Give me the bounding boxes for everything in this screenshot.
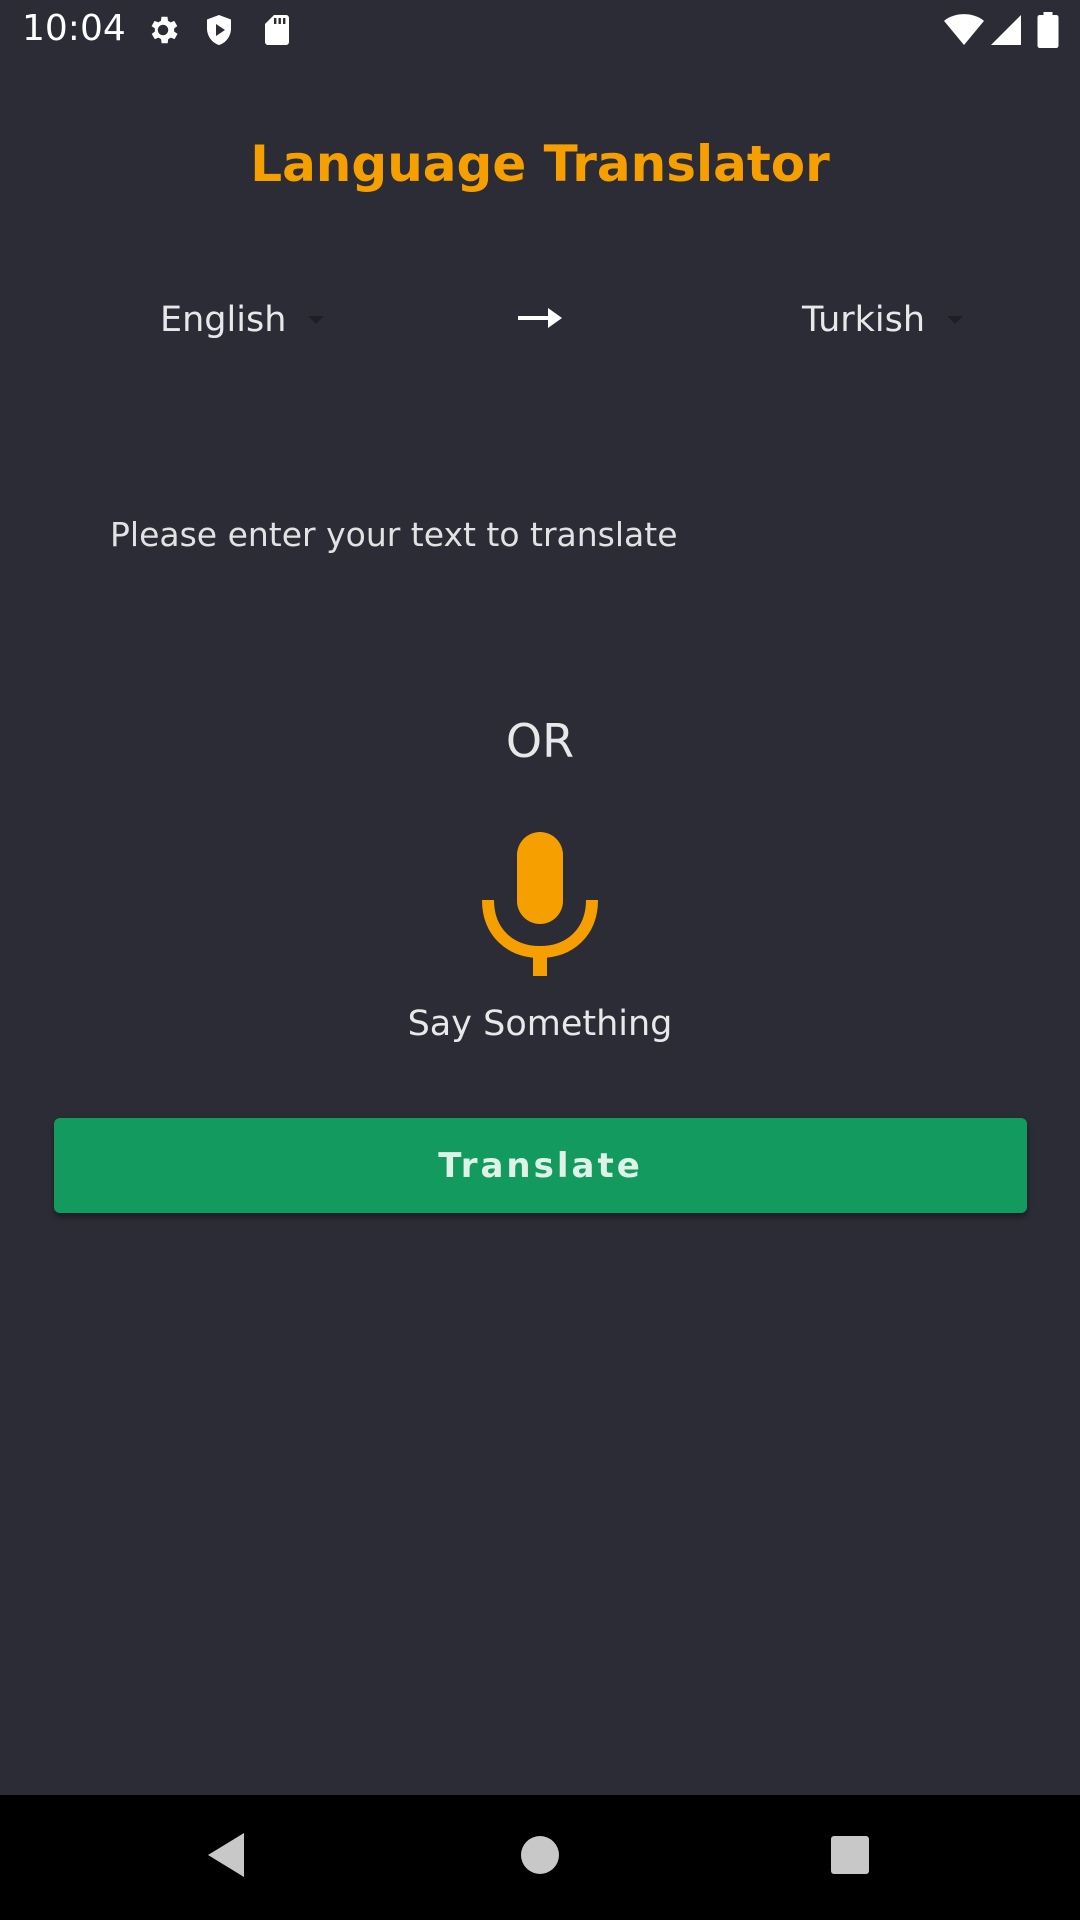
translate-button-label: Translate bbox=[438, 1145, 643, 1186]
or-separator: OR bbox=[505, 714, 575, 768]
signal-icon bbox=[991, 15, 1021, 45]
battery-icon bbox=[1037, 12, 1059, 48]
navigation-bar bbox=[0, 1795, 1080, 1920]
arrow-right-icon bbox=[518, 308, 562, 328]
chevron-down-icon bbox=[947, 316, 964, 324]
source-language-dropdown[interactable]: English bbox=[160, 295, 325, 345]
home-icon[interactable] bbox=[510, 1825, 570, 1885]
translate-button[interactable]: Translate bbox=[54, 1118, 1027, 1213]
shield-icon bbox=[207, 15, 231, 45]
microphone-icon[interactable] bbox=[480, 828, 600, 978]
app-title: Language Translator bbox=[250, 135, 830, 193]
input-placeholder: Please enter your text to translate bbox=[110, 515, 678, 554]
recents-icon[interactable] bbox=[820, 1825, 880, 1885]
status-bar: 10:04 bbox=[0, 0, 1080, 63]
chevron-down-icon bbox=[308, 316, 325, 324]
translator-screen: 10:04 Language Translator English Turkis… bbox=[0, 0, 1080, 1920]
status-time: 10:04 bbox=[22, 8, 126, 49]
source-language-label: English bbox=[160, 300, 287, 340]
settings-icon bbox=[151, 16, 178, 44]
sd-card-icon bbox=[265, 15, 289, 45]
target-language-label: Turkish bbox=[802, 300, 926, 340]
back-icon[interactable] bbox=[196, 1825, 256, 1885]
target-language-dropdown[interactable]: Turkish bbox=[802, 295, 964, 345]
translate-text-input[interactable]: Please enter your text to translate bbox=[66, 430, 1016, 640]
say-something-label: Say Something bbox=[407, 1004, 673, 1044]
wifi-icon bbox=[944, 14, 984, 45]
